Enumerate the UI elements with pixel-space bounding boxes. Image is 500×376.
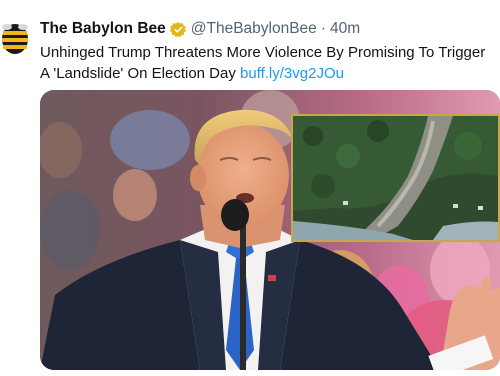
babylon-bee-logo-icon [2, 24, 28, 54]
inset-landslide-photo [291, 114, 500, 242]
tweet-media[interactable] [40, 90, 500, 370]
tweet-text: Unhinged Trump Threatens More Violence B… [40, 42, 495, 84]
timestamp[interactable]: 40m [330, 20, 360, 38]
tweet-link[interactable]: buff.ly/3vg2JOu [240, 65, 344, 82]
tweet-header: The Babylon Bee @TheBabylonBee · 40m [40, 19, 360, 39]
avatar[interactable] [0, 22, 30, 56]
handle[interactable]: @TheBabylonBee [191, 20, 317, 38]
tweet-card[interactable]: The Babylon Bee @TheBabylonBee · 40m Unh… [0, 0, 500, 376]
separator-dot: · [320, 20, 326, 37]
display-name[interactable]: The Babylon Bee [40, 20, 166, 38]
verified-badge-icon [169, 21, 187, 38]
